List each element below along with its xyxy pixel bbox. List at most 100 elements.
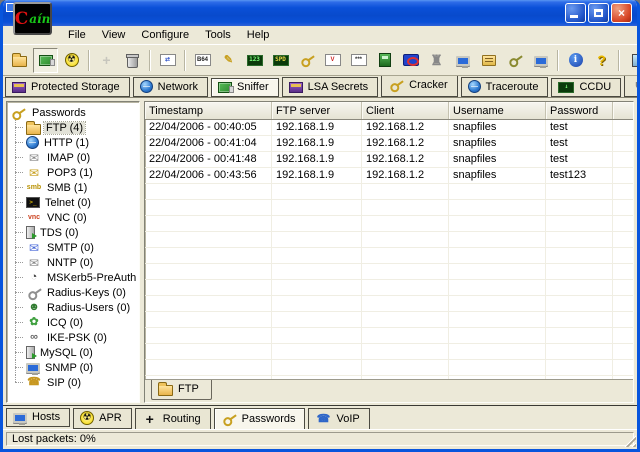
menu-tools[interactable]: Tools xyxy=(198,27,238,43)
tree-item-nntp[interactable]: ✉NNTP (0) xyxy=(8,255,138,270)
add-to-list-button[interactable]: + xyxy=(94,48,119,73)
table-cell-empty xyxy=(272,312,362,327)
ntlm-spoof-button[interactable] xyxy=(398,48,423,73)
menu-help[interactable]: Help xyxy=(240,27,277,43)
tab-apr[interactable]: ☢APR xyxy=(73,408,132,429)
toolbar: ☢ + ⇄ B64✎123SPD V*** ♜ i? xyxy=(3,44,637,75)
tree-item-vnc[interactable]: vncVNC (0) xyxy=(8,210,138,225)
hash-calculator-button[interactable]: 123 xyxy=(242,48,267,73)
tab-voip[interactable]: ☎VoIP xyxy=(308,408,369,429)
tree-root-passwords[interactable]: Passwords xyxy=(8,105,138,120)
base-station-button[interactable]: ♜ xyxy=(424,48,449,73)
av-monitor-button[interactable] xyxy=(528,48,553,73)
tab-passwords[interactable]: Passwords xyxy=(214,408,306,429)
minimize-button[interactable] xyxy=(565,3,586,23)
table-cell-empty xyxy=(546,312,613,327)
table-cell-empty xyxy=(145,296,272,311)
column-header-ftp-server[interactable]: FTP server xyxy=(272,102,362,119)
syskey-button[interactable] xyxy=(502,48,527,73)
table-cell-empty xyxy=(272,200,362,215)
column-header-password[interactable]: Password xyxy=(546,102,613,119)
tab-routing[interactable]: +Routing xyxy=(135,408,211,429)
tab-lsa-secrets[interactable]: LSA Secrets xyxy=(282,77,379,97)
tab-wireless[interactable]: ψWireless xyxy=(624,75,637,97)
column-header-username[interactable]: Username xyxy=(449,102,546,119)
rsa-token-calculator-button[interactable]: SPD xyxy=(268,48,293,73)
tab-protected-storage[interactable]: Protected Storage xyxy=(5,77,130,97)
table-cell-empty xyxy=(145,280,272,295)
tree-item-icq[interactable]: ✿ICQ (0) xyxy=(8,315,138,330)
tree-item-imap[interactable]: ✉IMAP (0) xyxy=(8,150,138,165)
start-stop-apr-icon: ☢ xyxy=(65,53,79,67)
vpn-key-button[interactable] xyxy=(294,48,319,73)
table-cell: snapfiles xyxy=(449,168,546,183)
tree-item-smtp[interactable]: ✉SMTP (0) xyxy=(8,240,138,255)
tree-item-http[interactable]: HTTP (1) xyxy=(8,135,138,150)
help-button[interactable]: ? xyxy=(589,48,614,73)
tree-item-pop3[interactable]: ✉POP3 (1) xyxy=(8,165,138,180)
menu-bar: FileViewConfigureToolsHelp xyxy=(3,26,637,44)
menu-configure[interactable]: Configure xyxy=(134,27,196,43)
menu-file[interactable]: File xyxy=(61,27,93,43)
tree-item-ike-psk[interactable]: ∞IKE-PSK (0) xyxy=(8,330,138,345)
tree-item-tds[interactable]: TDS (0) xyxy=(8,225,138,240)
tab-traceroute[interactable]: Traceroute xyxy=(461,77,549,97)
tree-item-label: MySQL (0) xyxy=(38,347,95,359)
column-header-timestamp[interactable]: Timestamp xyxy=(145,102,272,119)
table-cell: 22/04/2006 - 00:43:56 xyxy=(145,168,272,183)
tab-cracker[interactable]: Cracker xyxy=(381,75,458,97)
help-icon: ? xyxy=(594,52,610,68)
maximize-button[interactable] xyxy=(588,3,609,23)
table-cell: 22/04/2006 - 00:41:04 xyxy=(145,136,272,151)
table-cell-empty xyxy=(449,200,546,215)
tab-sniffer[interactable]: Sniffer xyxy=(211,78,279,97)
open-folder-button[interactable] xyxy=(7,48,32,73)
calculator-button[interactable] xyxy=(372,48,397,73)
table-row[interactable]: 22/04/2006 - 00:41:04192.168.1.9192.168.… xyxy=(145,136,633,152)
tree-item-ftp[interactable]: FTP (4) xyxy=(8,120,138,135)
table-cell-empty xyxy=(362,232,449,247)
tree-item-sip[interactable]: ☎SIP (0) xyxy=(8,375,138,390)
tree-item-smb[interactable]: smbSMB (1) xyxy=(8,180,138,195)
tab-ccdu[interactable]: ↓CCDU xyxy=(551,78,621,97)
tree-item-mysql[interactable]: MySQL (0) xyxy=(8,345,138,360)
remote-desktop-button[interactable] xyxy=(450,48,475,73)
start-stop-sniffer-button[interactable] xyxy=(33,48,58,73)
table-row[interactable]: 22/04/2006 - 00:43:56192.168.1.9192.168.… xyxy=(145,168,633,184)
table-cell-empty xyxy=(272,296,362,311)
table-cell-empty xyxy=(272,264,362,279)
info-button[interactable]: i xyxy=(563,48,588,73)
tab-network[interactable]: Network xyxy=(133,77,208,97)
phonebook-button[interactable] xyxy=(476,48,501,73)
tree-root-label: Passwords xyxy=(30,107,88,119)
table-cell-filler xyxy=(613,136,633,151)
tree-item-radius-keys[interactable]: Radius-Keys (0) xyxy=(8,285,138,300)
table-row[interactable]: 22/04/2006 - 00:40:05192.168.1.9192.168.… xyxy=(145,120,633,136)
table-cell-empty xyxy=(362,328,449,343)
title-bar[interactable]: C aín × xyxy=(3,0,637,26)
tree-item-label: TDS (0) xyxy=(38,227,81,239)
password-decoder-button[interactable]: *** xyxy=(346,48,371,73)
start-stop-apr-button[interactable]: ☢ xyxy=(59,48,84,73)
restore-button[interactable]: ⇄ xyxy=(155,48,180,73)
close-button[interactable]: × xyxy=(611,3,632,23)
column-header-client[interactable]: Client xyxy=(362,102,449,119)
menu-view[interactable]: View xyxy=(95,27,133,43)
tree-item-snmp[interactable]: SNMP (0) xyxy=(8,360,138,375)
chest-icon xyxy=(12,82,26,93)
remove-button[interactable] xyxy=(120,48,145,73)
tree-item-radius-users[interactable]: ☻Radius-Users (0) xyxy=(8,300,138,315)
table-row[interactable]: 22/04/2006 - 00:41:48192.168.1.9192.168.… xyxy=(145,152,633,168)
base64-decoder-button[interactable]: B64 xyxy=(190,48,215,73)
tree-item-label: Radius-Keys (0) xyxy=(45,287,128,299)
tree-item-telnet[interactable]: >_Telnet (0) xyxy=(8,195,138,210)
cisco-type7-decoder-button[interactable]: ✎ xyxy=(216,48,241,73)
tab-hosts[interactable]: Hosts xyxy=(6,408,70,427)
vc-decoder-button[interactable]: V xyxy=(320,48,345,73)
subtab-ftp[interactable]: FTP xyxy=(151,380,212,400)
info-icon: i xyxy=(569,53,583,67)
exit-button[interactable] xyxy=(624,48,640,73)
ftp-folder-icon xyxy=(26,124,41,135)
tree-item-mskerb5-preauth[interactable]: ◔MSKerb5-PreAuth (0) xyxy=(8,270,138,285)
column-header-blank[interactable] xyxy=(613,102,633,119)
